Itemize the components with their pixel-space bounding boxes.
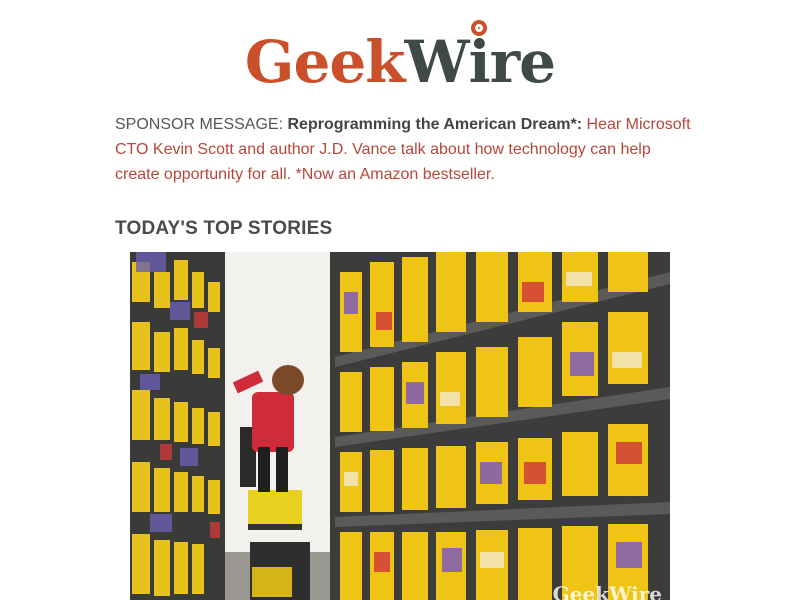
- logo-geek-text: Geek: [244, 28, 406, 96]
- sponsor-headline[interactable]: Reprogramming the American Dream*:: [287, 116, 582, 133]
- photo-watermark: GeekWire: [552, 582, 662, 600]
- sponsor-label: SPONSOR MESSAGE:: [115, 116, 288, 133]
- geekwire-logo[interactable]: GeekWi re: [0, 20, 800, 102]
- logo-ring-icon: [471, 20, 488, 36]
- warehouse-photo: [130, 252, 670, 600]
- section-title: TODAY'S TOP STORIES: [115, 218, 333, 239]
- story-photo[interactable]: GeekWire: [130, 252, 670, 600]
- logo-wire-text: Wi re: [404, 20, 556, 96]
- sponsor-message: SPONSOR MESSAGE: Reprogramming the Ameri…: [115, 112, 695, 187]
